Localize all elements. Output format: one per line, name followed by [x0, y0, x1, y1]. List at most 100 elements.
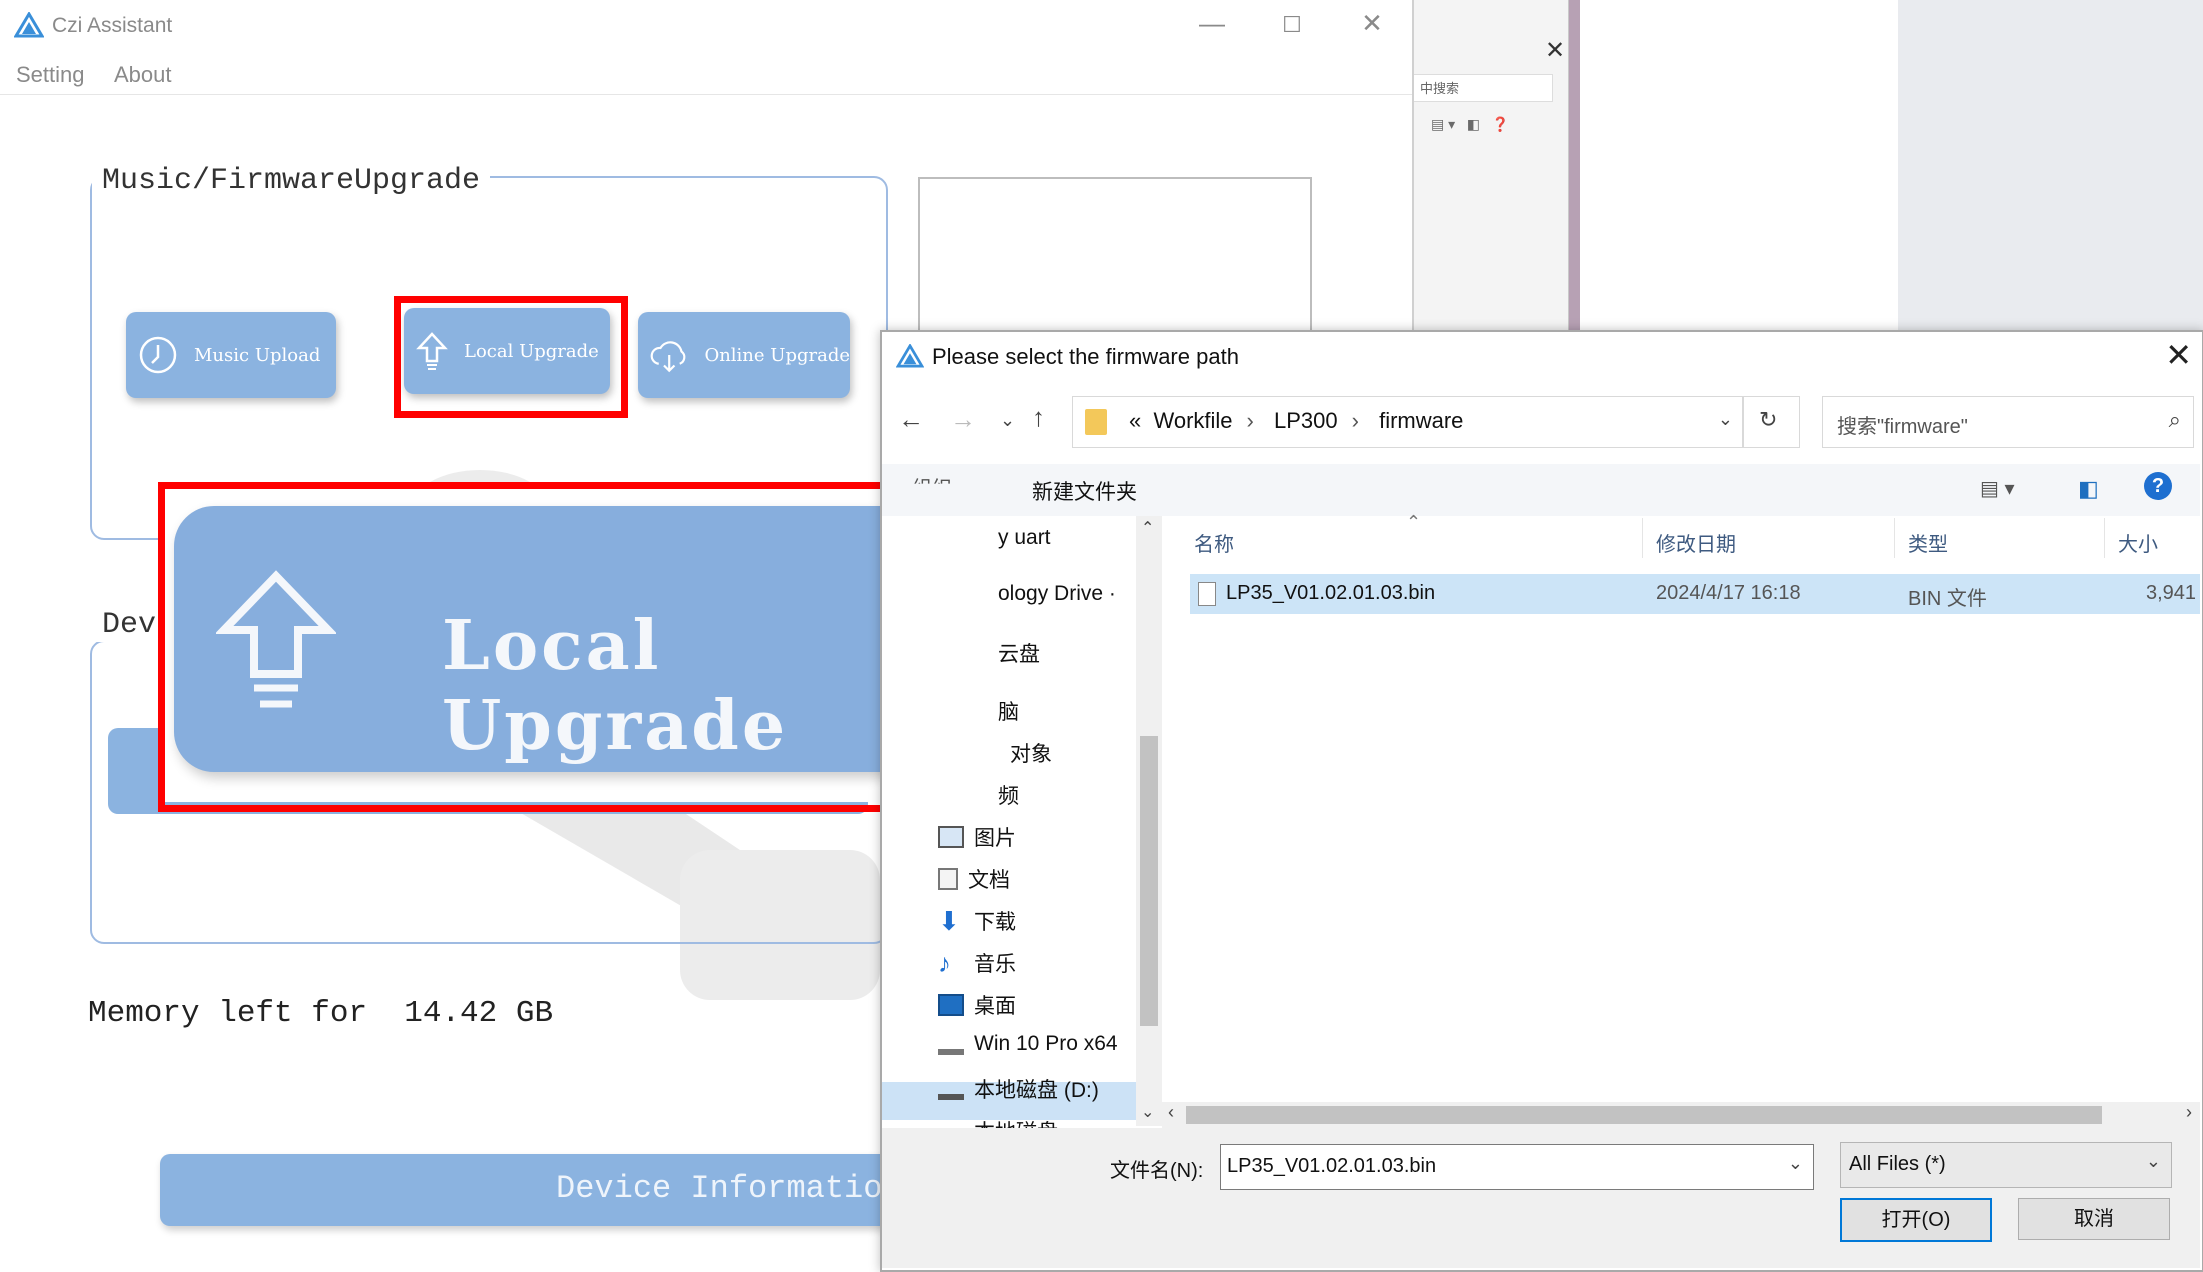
menu-divider: [0, 94, 1412, 95]
organize-menu[interactable]: 组织: [912, 472, 952, 484]
nav-item-label: Win 10 Pro x64: [974, 1032, 1118, 1055]
open-button[interactable]: 打开(O): [1840, 1198, 1992, 1242]
breadcrumb-overflow[interactable]: «: [1129, 408, 1141, 433]
forward-arrow-icon[interactable]: →: [950, 404, 976, 435]
music-upload-button[interactable]: Music Upload: [126, 312, 336, 398]
preview-pane-icon[interactable]: ◧: [2078, 476, 2099, 502]
up-arrow-icon[interactable]: ↑: [1032, 402, 1045, 433]
pictures-icon: [938, 826, 964, 848]
chevron-down-icon[interactable]: ⌄: [1788, 1153, 1803, 1174]
file-list-scrollbar[interactable]: ‹ ›: [1162, 1102, 2200, 1128]
nav-item[interactable]: 脑: [998, 696, 1019, 726]
close-icon[interactable]: ✕: [1352, 8, 1392, 39]
cancel-button[interactable]: 取消: [2018, 1198, 2170, 1240]
search-placeholder: 搜索"firmware": [1837, 416, 1968, 438]
drive-icon: [938, 1078, 964, 1100]
scroll-down-icon[interactable]: ⌄: [1141, 1102, 1154, 1122]
music-upload-label: Music Upload: [194, 344, 321, 366]
nav-item[interactable]: 云盘: [998, 638, 1040, 668]
nav-item[interactable]: ology Drive ·: [998, 582, 1116, 606]
column-divider[interactable]: [2104, 518, 2105, 558]
device-group-title: Dev: [92, 608, 167, 642]
nav-item-music[interactable]: ♪ 音乐: [938, 948, 1016, 978]
local-upgrade-button[interactable]: Local Upgrade: [404, 308, 610, 394]
nav-item-label: 图片: [974, 827, 1016, 850]
search-input[interactable]: 搜索"firmware" ⌕: [1822, 396, 2194, 448]
search-icon: ⌕: [2168, 407, 2181, 432]
view-options-icon[interactable]: ▤ ▾ ◧ ❓: [1431, 116, 1509, 133]
column-header-type[interactable]: 类型: [1908, 528, 1948, 557]
online-upgrade-label: Online Upgrade: [704, 344, 850, 366]
nav-item[interactable]: y uart: [998, 526, 1051, 550]
menu-setting[interactable]: Setting: [16, 62, 85, 88]
nav-item-pictures[interactable]: 图片: [938, 822, 1016, 852]
breadcrumb: « Workfile › LP300 › firmware: [1129, 408, 1464, 433]
music-upload-icon: [139, 336, 177, 374]
chevron-down-icon[interactable]: ⌄: [1718, 409, 1733, 430]
new-folder-button[interactable]: 新建文件夹: [1032, 476, 1137, 506]
nav-item-drive-c[interactable]: Win 10 Pro x64: [938, 1032, 1118, 1056]
folder-icon: [1085, 409, 1107, 435]
documents-icon: [938, 868, 958, 890]
breadcrumb-lp300[interactable]: LP300: [1274, 408, 1338, 433]
address-bar[interactable]: « Workfile › LP300 › firmware ⌄: [1072, 396, 1744, 448]
filename-label: 文件名(N):: [1110, 1160, 1204, 1182]
column-divider[interactable]: [1642, 518, 1643, 558]
back-arrow-icon[interactable]: ←: [898, 404, 924, 435]
column-header-modified[interactable]: 修改日期: [1656, 528, 1736, 557]
dialog-title: Please select the firmware path: [932, 344, 1239, 369]
menu-about[interactable]: About: [114, 62, 172, 88]
view-options-icon[interactable]: ▤ ▾: [1980, 476, 2015, 501]
recent-locations-icon[interactable]: ⌄: [1000, 410, 1015, 431]
nav-scrollbar[interactable]: ⌃ ⌄: [1136, 516, 1162, 1126]
refresh-icon: ↻: [1759, 407, 1778, 432]
file-open-dialog: Please select the firmware path ✕ ← → ⌄ …: [880, 330, 2203, 1272]
scroll-up-icon[interactable]: ⌃: [1141, 518, 1154, 538]
nav-item-downloads[interactable]: ⬇ 下载: [938, 906, 1016, 936]
maximize-icon[interactable]: ☐: [1272, 12, 1312, 38]
nav-item-label: 文档: [968, 869, 1010, 892]
background-window: ✕ 中搜索 ▤ ▾ ◧ ❓: [1412, 0, 1580, 330]
drive-icon: [938, 1033, 964, 1055]
local-upgrade-label: Local Upgrade: [464, 340, 599, 362]
nav-item[interactable]: 对象: [1010, 738, 1052, 768]
column-divider[interactable]: [1894, 518, 1895, 558]
minimize-icon[interactable]: —: [1192, 8, 1232, 39]
nav-item-desktop[interactable]: 桌面: [938, 990, 1016, 1020]
scrollbar-thumb[interactable]: [1186, 1106, 2102, 1124]
online-upgrade-button[interactable]: Online Upgrade: [638, 312, 850, 398]
nav-item-label: 桌面: [974, 995, 1016, 1018]
upload-arrow-icon: [416, 332, 448, 370]
nav-item[interactable]: 频: [998, 780, 1019, 810]
column-header-name[interactable]: 名称: [1194, 528, 1234, 557]
scroll-right-icon[interactable]: ›: [2186, 1102, 2192, 1123]
dialog-footer: 文件名(N): LP35_V01.02.01.03.bin ⌄ All File…: [882, 1128, 2200, 1268]
nav-item-drive-e[interactable]: 本地磁盘 (E:): [938, 1116, 1062, 1128]
app-logo-icon: [14, 12, 44, 38]
file-type-select[interactable]: All Files (*) ⌄: [1840, 1142, 2172, 1188]
breadcrumb-workfile[interactable]: Workfile: [1153, 408, 1232, 433]
refresh-button[interactable]: ↻: [1742, 396, 1800, 448]
device-information-label: Device Information: [556, 1170, 902, 1207]
nav-item-documents[interactable]: 文档: [938, 864, 1010, 894]
help-icon[interactable]: ?: [2144, 472, 2172, 500]
file-row[interactable]: LP35_V01.02.01.03.bin 2024/4/17 16:18 BI…: [1190, 574, 2200, 614]
nav-item-label: 本地磁盘 (D:): [974, 1079, 1099, 1102]
column-header-size[interactable]: 大小: [2118, 528, 2158, 557]
device-information-button[interactable]: Device Information: [160, 1154, 902, 1226]
chevron-down-icon: ⌄: [2145, 1151, 2161, 1171]
memory-left-text: Memory left for 14.42 GB: [88, 996, 554, 1031]
preview-panel: [918, 177, 1312, 339]
nav-item-drive-d[interactable]: 本地磁盘 (D:): [938, 1074, 1099, 1104]
highlight-frame: [158, 482, 1004, 812]
file-name: LP35_V01.02.01.03.bin: [1226, 582, 1436, 604]
file-icon: [1198, 582, 1216, 606]
close-icon[interactable]: ✕: [2165, 336, 2192, 374]
scrollbar-thumb[interactable]: [1140, 736, 1158, 1026]
nav-item-label: 本地磁盘 (E:): [974, 1116, 1062, 1128]
close-icon[interactable]: ✕: [1545, 36, 1565, 65]
breadcrumb-firmware[interactable]: firmware: [1379, 408, 1463, 433]
scroll-left-icon[interactable]: ‹: [1168, 1102, 1174, 1123]
background-search-field[interactable]: 中搜索: [1413, 74, 1553, 102]
filename-input[interactable]: LP35_V01.02.01.03.bin ⌄: [1220, 1144, 1814, 1190]
